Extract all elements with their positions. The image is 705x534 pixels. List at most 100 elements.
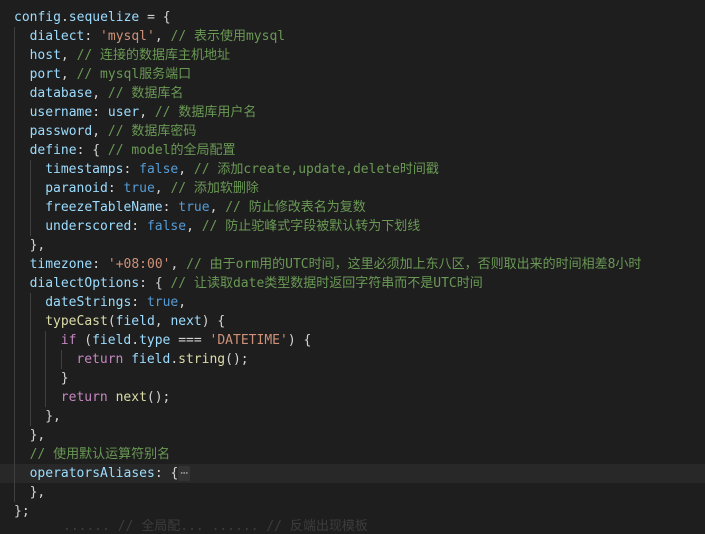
code-token: sequelize [68,10,140,25]
code-line[interactable]: return next(); [0,388,705,407]
indent-guide [29,312,31,331]
code-line[interactable]: dateStrings: true, [0,293,705,312]
code-token: // 数据库密码 [107,124,197,139]
code-token: , [60,48,77,63]
code-token: (); [225,352,249,367]
indent-guide [29,369,31,388]
code-token: operatorsAliases [29,466,155,481]
code-text: } [61,369,69,388]
code-text: username: user, // 数据库用户名 [30,103,257,122]
code-line[interactable]: return field.string(); [0,350,705,369]
code-line[interactable]: config.sequelize = { [0,8,705,27]
code-editor[interactable]: config.sequelize = {dialect: 'mysql', //… [0,0,705,527]
indent-guide [14,217,15,236]
code-token: define [29,143,77,158]
indent-guide [45,331,47,350]
code-token: }; [14,504,30,519]
code-token: // 数据库用户名 [154,105,257,120]
code-text: freezeTableName: true, // 防止修改表名为复数 [45,198,366,217]
code-line[interactable]: }, [0,483,705,502]
code-line[interactable]: timestamps: false, // 添加create,update,de… [0,160,705,179]
code-token: , [154,181,171,196]
code-token: password [29,124,93,139]
code-line[interactable]: password, // 数据库密码 [0,122,705,141]
code-text: paranoid: true, // 添加软删除 [45,179,259,198]
code-line[interactable]: }, [0,407,705,426]
code-token: true [123,181,155,196]
code-token: // 使用默认运算符别名 [29,447,171,462]
code-text: port, // mysql服务端口 [30,65,192,84]
code-line[interactable]: paranoid: true, // 添加软删除 [0,179,705,198]
code-line[interactable]: dialectOptions: { // 让读取date类型数据时返回字符串而不… [0,274,705,293]
code-token: host [29,48,61,63]
code-line[interactable]: database, // 数据库名 [0,84,705,103]
code-token: ) { [201,314,226,329]
indent-guide [14,407,15,426]
code-text: dialectOptions: { // 让读取date类型数据时返回字符串而不… [30,274,483,293]
indent-guide [29,388,31,407]
indent-guide [29,198,31,217]
code-text: password, // 数据库密码 [30,122,197,141]
indent-guide [14,65,15,84]
code-token: . [170,352,179,367]
code-token: : [84,29,101,44]
code-token: . [131,333,140,348]
code-line[interactable]: if (field.type === 'DATETIME') { [0,331,705,350]
indent-guide [14,160,15,179]
code-token: // 添加create,update,delete时间戳 [193,162,439,177]
code-token: , [154,314,171,329]
code-token: field [115,314,155,329]
code-text: operatorsAliases: {⋯ [30,464,191,483]
code-line[interactable]: dialect: 'mysql', // 表示使用mysql [0,27,705,46]
code-token: , [178,295,187,310]
code-token: // mysql服务端口 [76,67,192,82]
code-token: // 由于orm用的UTC时间，这里必须加上东八区，否则取出来的时间相差8小时 [186,257,642,272]
code-line[interactable]: username: user, // 数据库用户名 [0,103,705,122]
code-token: true [178,200,210,215]
code-token: ) { [287,333,312,348]
code-text: define: { // model的全局配置 [30,141,236,160]
code-line[interactable]: define: { // model的全局配置 [0,141,705,160]
indent-guide [14,46,15,65]
code-token: username [29,105,93,120]
code-token: dialectOptions [29,276,140,291]
code-token: return [60,390,108,405]
indent-guide [14,179,15,198]
code-token: // 让读取date类型数据时返回字符串而不是UTC时间 [170,276,483,291]
code-text: config.sequelize = { [14,8,171,27]
code-line[interactable]: operatorsAliases: {⋯ [0,464,705,483]
code-token: config [14,10,61,25]
code-line[interactable]: }, [0,426,705,445]
folded-region-icon[interactable]: ⋯ [178,466,191,481]
indent-guide [14,350,15,369]
code-token: false [146,219,187,234]
indent-guide [45,350,47,369]
code-token: }, [45,409,61,424]
indent-guide [29,160,31,179]
code-line[interactable]: timezone: '+08:00', // 由于orm用的UTC时间，这里必须… [0,255,705,274]
indent-guide [14,445,15,464]
code-token: // 添加软删除 [170,181,259,196]
code-token: , [178,162,194,177]
code-token: return [76,352,124,367]
code-token: , [154,29,171,44]
code-line[interactable]: // 使用默认运算符别名 [0,445,705,464]
code-token: : [162,200,179,215]
code-line[interactable]: } [0,369,705,388]
indent-guide [14,312,15,331]
code-line[interactable]: typeCast(field, next) { [0,312,705,331]
indent-guide [14,331,15,350]
code-text: }, [45,407,61,426]
code-token: }, [29,428,46,443]
code-line[interactable]: underscored: false, // 防止驼峰式字段被默认转为下划线 [0,217,705,236]
code-token: === [170,333,210,348]
code-line[interactable]: freezeTableName: true, // 防止修改表名为复数 [0,198,705,217]
code-line[interactable]: }, [0,236,705,255]
code-token: timestamps [45,162,124,177]
indent-guide [14,255,15,274]
code-token: next [170,314,202,329]
code-line[interactable]: host, // 连接的数据库主机地址 [0,46,705,65]
indent-guide [45,369,47,388]
indent-guide [14,464,15,483]
code-line[interactable]: port, // mysql服务端口 [0,65,705,84]
